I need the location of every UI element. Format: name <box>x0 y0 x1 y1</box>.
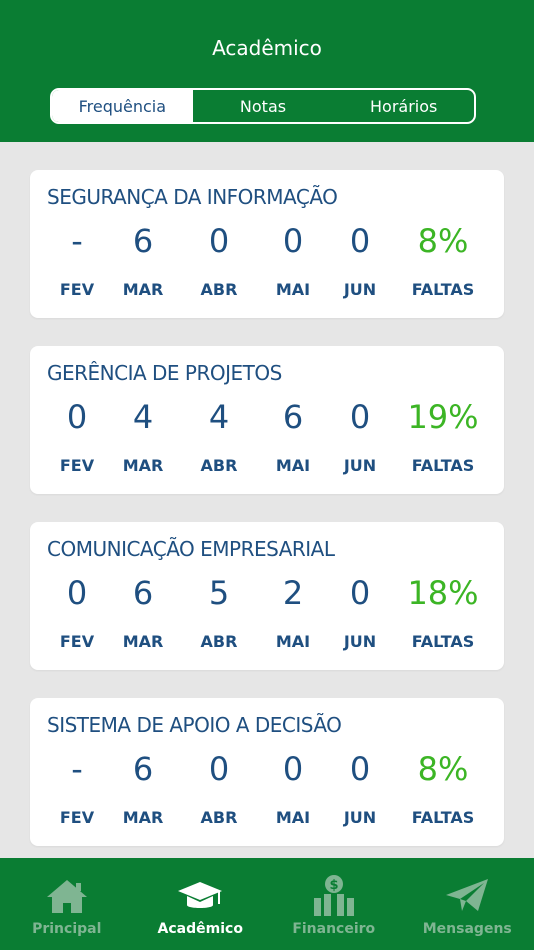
faltas-label: FALTAS <box>411 456 475 475</box>
month-value: 5 <box>208 574 230 612</box>
month-value: 6 <box>132 750 154 788</box>
month-label: MAR <box>122 280 164 299</box>
month-label: JUN <box>343 280 377 299</box>
faltas-column: 8% FALTAS <box>403 220 483 299</box>
nav-label: Mensagens <box>422 921 512 937</box>
app-header: Acadêmico Frequência Notas Horários <box>0 0 534 142</box>
month-column-jun: 0 JUN <box>320 572 400 651</box>
home-icon <box>42 874 92 918</box>
nav-financeiro[interactable]: $ Financeiro <box>267 858 401 950</box>
month-label: JUN <box>343 632 377 651</box>
month-label: JUN <box>343 456 377 475</box>
faltas-column: 19% FALTAS <box>403 396 483 475</box>
course-title: COMUNICAÇÃO EMPRESARIAL <box>47 537 335 561</box>
faltas-value: 8% <box>417 222 469 260</box>
month-value: 0 <box>349 222 371 260</box>
month-value: 0 <box>349 750 371 788</box>
month-label: ABR <box>200 456 238 475</box>
nav-label: Acadêmico <box>157 921 243 937</box>
faltas-column: 8% FALTAS <box>403 748 483 827</box>
nav-academico[interactable]: Acadêmico <box>134 858 268 950</box>
month-column-jun: 0 JUN <box>320 396 400 475</box>
segmented-tabs: Frequência Notas Horários <box>50 88 476 124</box>
faltas-label: FALTAS <box>411 808 475 827</box>
month-column-mar: 6 MAR <box>103 572 183 651</box>
graduation-cap-icon <box>175 874 225 918</box>
month-column-mar: 4 MAR <box>103 396 183 475</box>
month-label: JUN <box>343 808 377 827</box>
faltas-label: FALTAS <box>411 280 475 299</box>
faltas-value: 18% <box>407 574 479 612</box>
course-card: SISTEMA DE APOIO A DECISÃO - FEV 6 MAR 0… <box>30 698 504 846</box>
course-card: COMUNICAÇÃO EMPRESARIAL 0 FEV 6 MAR 5 AB… <box>30 522 504 670</box>
month-label: ABR <box>200 632 238 651</box>
month-value: 4 <box>208 398 230 436</box>
tab-horarios[interactable]: Horários <box>333 90 474 122</box>
nav-label: Principal <box>32 921 102 937</box>
month-column-abr: 5 ABR <box>179 572 259 651</box>
month-column-abr: 0 ABR <box>179 748 259 827</box>
month-label: MAR <box>122 456 164 475</box>
month-column-jun: 0 JUN <box>320 748 400 827</box>
bottom-nav: Principal Acadêmico $ Financeiro Mensage… <box>0 858 534 950</box>
faltas-column: 18% FALTAS <box>403 572 483 651</box>
month-column-abr: 4 ABR <box>179 396 259 475</box>
month-label: MAR <box>122 808 164 827</box>
month-column-jun: 0 JUN <box>320 220 400 299</box>
month-value: 6 <box>132 222 154 260</box>
month-label: ABR <box>200 280 238 299</box>
tab-notas[interactable]: Notas <box>193 90 334 122</box>
faltas-value: 19% <box>407 398 479 436</box>
course-title: SISTEMA DE APOIO A DECISÃO <box>47 713 342 737</box>
nav-label: Financeiro <box>292 921 376 937</box>
svg-text:$: $ <box>329 878 338 893</box>
month-column-mar: 6 MAR <box>103 220 183 299</box>
month-value: 0 <box>208 750 230 788</box>
month-value: 6 <box>132 574 154 612</box>
nav-principal[interactable]: Principal <box>0 858 134 950</box>
month-value: 0 <box>349 574 371 612</box>
month-column-abr: 0 ABR <box>179 220 259 299</box>
course-title: GERÊNCIA DE PROJETOS <box>47 361 282 385</box>
course-card: GERÊNCIA DE PROJETOS 0 FEV 4 MAR 4 ABR 6… <box>30 346 504 494</box>
month-value: 0 <box>208 222 230 260</box>
faltas-label: FALTAS <box>411 632 475 651</box>
nav-mensagens[interactable]: Mensagens <box>401 858 534 950</box>
month-label: ABR <box>200 808 238 827</box>
paper-plane-icon <box>442 874 492 918</box>
course-card: SEGURANÇA DA INFORMAÇÃO - FEV 6 MAR 0 AB… <box>30 170 504 318</box>
course-title: SEGURANÇA DA INFORMAÇÃO <box>47 185 338 209</box>
month-value: 0 <box>349 398 371 436</box>
faltas-value: 8% <box>417 750 469 788</box>
tab-frequencia[interactable]: Frequência <box>52 90 193 122</box>
month-label: MAR <box>122 632 164 651</box>
page-title: Acadêmico <box>212 36 322 60</box>
money-chart-icon: $ <box>309 874 359 918</box>
month-value: 4 <box>132 398 154 436</box>
month-column-mar: 6 MAR <box>103 748 183 827</box>
